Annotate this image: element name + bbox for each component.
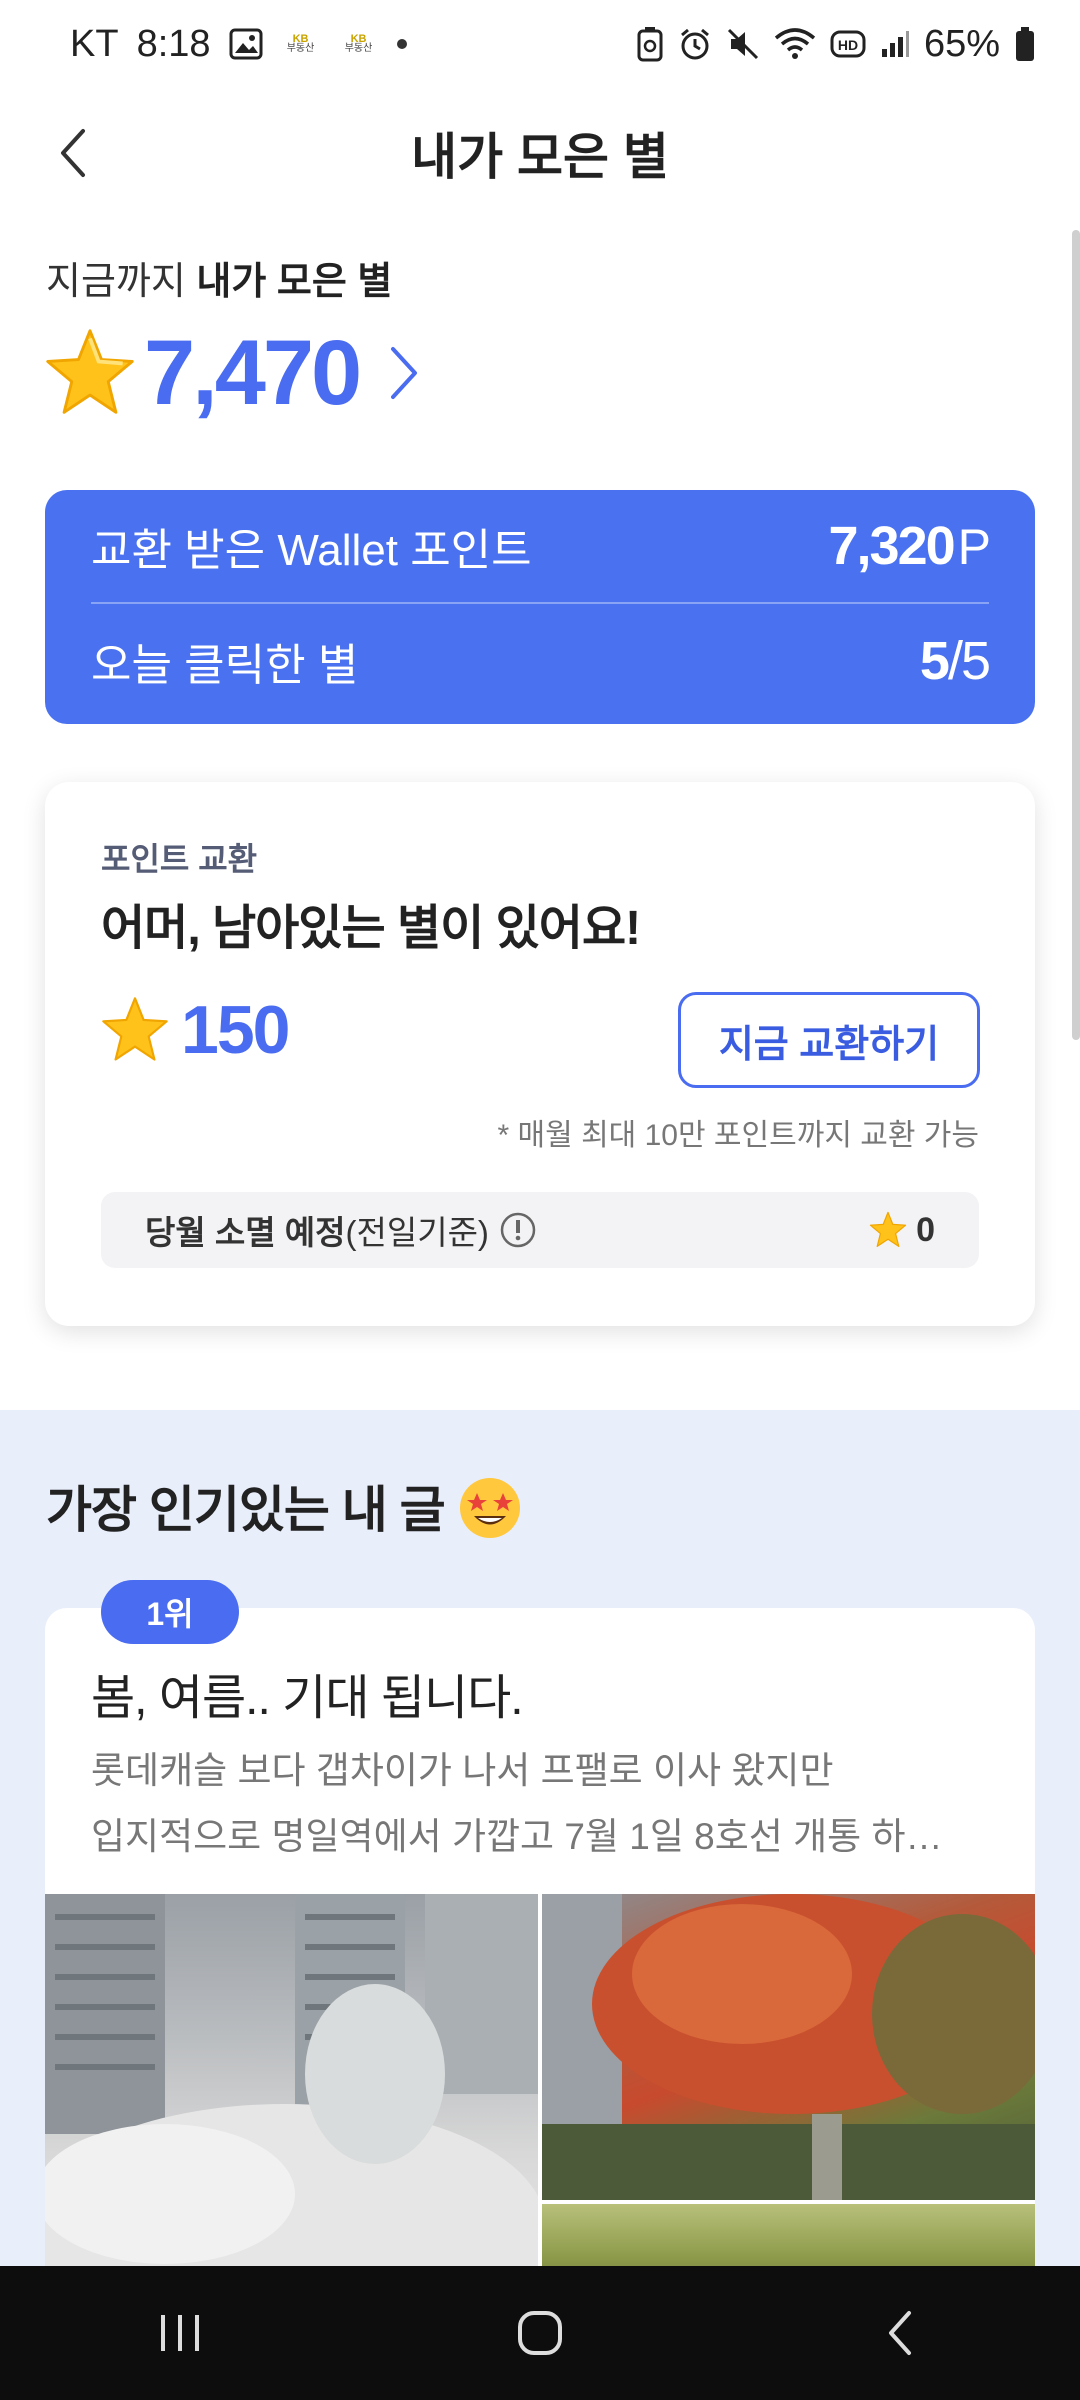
recent-apps-icon [161, 2315, 199, 2351]
svg-text:HD: HD [838, 37, 858, 53]
points-unit: P [957, 519, 991, 575]
carrier-label: KT [70, 22, 119, 65]
total-stars-value: 7,470 [144, 321, 362, 424]
exchange-kicker: 포인트 교환 [101, 841, 258, 877]
total-stars-label: 지금까지 내가 모은 별 [46, 250, 392, 305]
post-excerpt-line-2: 입지적으로 명일역에서 가깝고 7월 1일 8호선 개통 하… [91, 1816, 943, 1857]
alarm-icon [678, 27, 712, 61]
today-clicked-row: 오늘 클릭한 별 5/5 [91, 604, 991, 718]
star-icon [46, 329, 134, 414]
page-title: 내가 모은 별 [411, 129, 669, 185]
post-photo-autumn-tree[interactable] [542, 1894, 1035, 2200]
system-navigation-bar [0, 2266, 1080, 2400]
exchanged-points-row: 교환 받은 Wallet 포인트 7,320P [91, 490, 992, 604]
exchange-limit-note: * 매월 최대 10만 포인트까지 교환 가능 [497, 1119, 979, 1152]
back-arrow-icon [889, 2311, 911, 2355]
expiring-value-group: 0 [868, 1210, 935, 1250]
info-circle-icon[interactable] [499, 1211, 537, 1249]
system-back-button[interactable] [840, 2283, 960, 2383]
star-icon [102, 997, 168, 1061]
hd-voice-icon: HD [830, 30, 866, 58]
recent-apps-button[interactable] [120, 2283, 240, 2383]
exchange-title: 어머, 남아있는 별이 있어요! [101, 902, 641, 955]
post-photo-park-trees[interactable] [542, 2204, 1035, 2270]
post-excerpt-line-1: 롯데캐슬 보다 갭차이가 나서 프팰로 이사 왔지만 [91, 1750, 834, 1791]
popular-post-card[interactable]: 봄, 여름.. 기대 됩니다. 롯데캐슬 보다 갭차이가 나서 프팰로 이사 왔… [45, 1608, 1035, 2270]
status-right: HD 65% [636, 23, 1036, 66]
post-photos [45, 1894, 1035, 2270]
home-icon [518, 2311, 562, 2355]
signal-icon [880, 29, 910, 59]
point-exchange-card: 포인트 교환 어머, 남아있는 별이 있어요! 150 지금 교환하기 * 매월… [45, 782, 1035, 1326]
expiring-stars-value: 0 [916, 1210, 935, 1249]
post-title: 봄, 여름.. 기대 됩니다. [91, 1672, 524, 1725]
popular-section-title: 가장 인기있는 내 글 [46, 1470, 525, 1542]
post-photo-snowy-apartments[interactable] [45, 1894, 538, 2270]
exchanged-points-value: 7,320P [828, 516, 992, 576]
battery-icon [1014, 26, 1036, 62]
chevron-right-icon[interactable] [387, 343, 421, 403]
rank-badge: 1위 [101, 1580, 239, 1644]
today-clicked-value: 5/5 [919, 631, 991, 691]
kb-app-notification-icon-2: KB 부동산 [344, 33, 373, 54]
expiring-stars-bar: 당월 소멸 예정(전일기준) 0 [101, 1192, 979, 1268]
star-struck-emoji-icon [459, 1478, 520, 1538]
clock: 8:18 [136, 22, 211, 65]
total-stars-row[interactable]: 7,470 [42, 318, 421, 428]
exchange-now-button[interactable]: 지금 교환하기 [678, 992, 980, 1088]
exchanged-points-label: 교환 받은 Wallet 포인트 [91, 526, 532, 575]
app-header: 내가 모은 별 [0, 88, 1080, 218]
wifi-icon [774, 28, 816, 60]
status-bar: KT 8:18 KB 부동산 KB 부동산 HD 65% [0, 0, 1080, 88]
star-icon [869, 1211, 907, 1247]
kb-app-notification-icon: KB 부동산 [286, 33, 315, 54]
chevron-left-icon [61, 129, 85, 177]
today-clicked-label: 오늘 클릭한 별 [91, 641, 359, 690]
gallery-notification-icon [229, 28, 263, 60]
mute-icon [726, 27, 760, 61]
home-button[interactable] [480, 2283, 600, 2383]
total-label-prefix: 지금까지 [46, 261, 186, 303]
expiring-label: 당월 소멸 예정(전일기준) [145, 1206, 537, 1254]
status-left: KT 8:18 KB 부동산 KB 부동산 [70, 23, 407, 66]
expiring-label-suffix: (전일기준) [345, 1214, 489, 1251]
scrollbar[interactable] [1072, 230, 1080, 1040]
battery-saver-icon [636, 26, 664, 62]
remaining-stars-value: 150 [181, 992, 290, 1068]
more-notifications-dot-icon [396, 39, 407, 49]
expiring-label-bold: 당월 소멸 예정 [145, 1214, 346, 1251]
battery-percent: 65% [923, 22, 1000, 65]
total-label-bold: 내가 모은 별 [196, 261, 393, 303]
remaining-stars-row: 150 [99, 990, 290, 1070]
back-button[interactable] [38, 118, 108, 188]
wallet-summary-card: 교환 받은 Wallet 포인트 7,320P 오늘 클릭한 별 5/5 [45, 490, 1035, 724]
